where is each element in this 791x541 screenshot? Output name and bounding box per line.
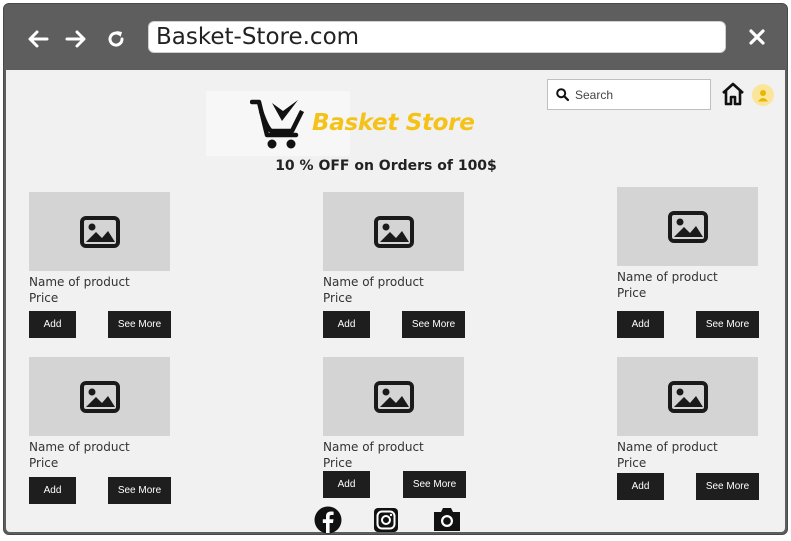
- product-image[interactable]: [617, 357, 758, 436]
- product-image[interactable]: [29, 357, 170, 436]
- product-price: Price: [617, 286, 647, 300]
- promo-banner: 10 % OFF on Orders of 100$: [275, 158, 497, 174]
- add-button[interactable]: Add: [617, 473, 664, 500]
- user-icon[interactable]: [752, 84, 774, 106]
- product-name: Name of product: [29, 440, 130, 454]
- product-price: Price: [323, 291, 353, 305]
- product-price: Price: [323, 456, 353, 470]
- product-name: Name of product: [323, 275, 424, 289]
- close-button[interactable]: [743, 23, 771, 51]
- add-button[interactable]: Add: [617, 311, 664, 338]
- see-more-button[interactable]: See More: [108, 477, 171, 504]
- image-placeholder-icon: [667, 210, 708, 243]
- image-placeholder-icon: [79, 380, 120, 413]
- close-icon: [749, 29, 765, 45]
- back-button[interactable]: [24, 25, 52, 53]
- instagram-icon[interactable]: [374, 508, 398, 532]
- search-placeholder: Search: [575, 87, 614, 102]
- home-icon[interactable]: [720, 81, 746, 107]
- product-card: Name of product Price: [29, 192, 171, 306]
- product-card: Name of product Price: [29, 357, 171, 471]
- page-content: Search Basket Store 10 % OFF on Orders o…: [6, 70, 785, 534]
- product-card: Name of product Price: [617, 187, 759, 301]
- add-button[interactable]: Add: [323, 471, 370, 498]
- search-input[interactable]: Search: [547, 79, 711, 110]
- image-placeholder-icon: [79, 215, 120, 248]
- arrow-right-icon: [65, 30, 86, 48]
- cart-logo-icon: [250, 99, 305, 149]
- product-price: Price: [29, 456, 59, 470]
- product-card: Name of product Price: [323, 192, 465, 306]
- facebook-icon[interactable]: [314, 506, 342, 534]
- product-name: Name of product: [323, 440, 424, 454]
- see-more-button[interactable]: See More: [696, 473, 759, 500]
- see-more-button[interactable]: See More: [402, 311, 465, 338]
- product-image[interactable]: [29, 192, 170, 271]
- image-placeholder-icon: [373, 380, 414, 413]
- product-name: Name of product: [617, 440, 718, 454]
- product-image[interactable]: [617, 187, 758, 266]
- arrow-left-icon: [28, 30, 49, 48]
- reload-button[interactable]: [102, 25, 130, 53]
- product-card: Name of product Price: [323, 357, 465, 471]
- see-more-button[interactable]: See More: [403, 471, 466, 498]
- camera-icon[interactable]: [432, 505, 462, 533]
- add-button[interactable]: Add: [323, 311, 370, 338]
- add-button[interactable]: Add: [29, 311, 76, 338]
- browser-toolbar: Basket-Store.com: [4, 4, 787, 70]
- product-name: Name of product: [29, 275, 130, 289]
- reload-icon: [108, 31, 124, 47]
- product-image[interactable]: [323, 192, 464, 271]
- forward-button[interactable]: [62, 25, 90, 53]
- see-more-button[interactable]: See More: [696, 311, 759, 338]
- store-name: Basket Store: [312, 110, 475, 136]
- product-price: Price: [617, 456, 647, 470]
- product-name: Name of product: [617, 270, 718, 284]
- product-price: Price: [29, 291, 59, 305]
- browser-window: Basket-Store.com Search Basket Store 10 …: [3, 3, 788, 535]
- search-icon: [556, 88, 569, 101]
- image-placeholder-icon: [667, 380, 708, 413]
- product-card: Name of product Price: [617, 357, 759, 471]
- image-placeholder-icon: [373, 215, 414, 248]
- address-bar[interactable]: Basket-Store.com: [148, 21, 726, 53]
- see-more-button[interactable]: See More: [108, 311, 171, 338]
- product-image[interactable]: [323, 357, 464, 436]
- add-button[interactable]: Add: [29, 477, 76, 504]
